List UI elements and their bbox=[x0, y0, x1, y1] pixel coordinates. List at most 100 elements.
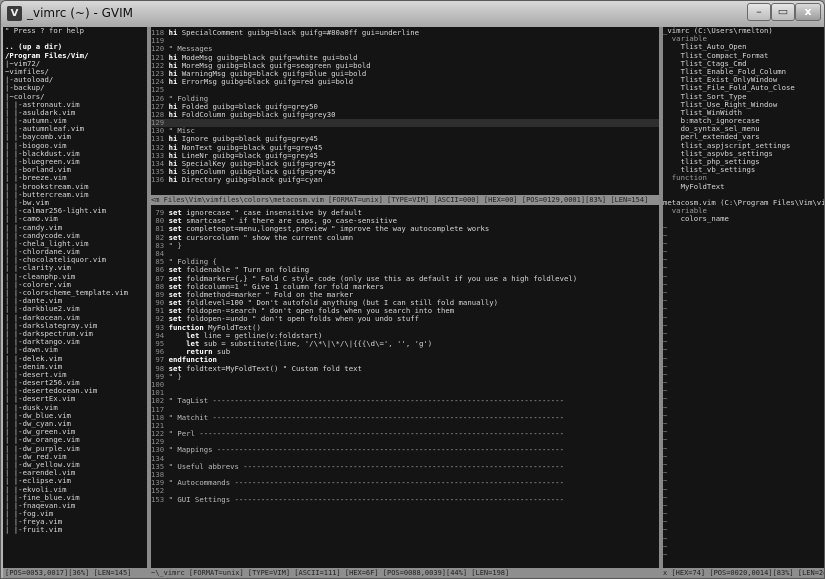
file-tree-line: | |-candycode.vim bbox=[5, 231, 80, 240]
file-tree-line: | |-chlordane.vim bbox=[5, 248, 80, 257]
title-bar[interactable]: V _vimrc (~) - GVIM – ▭ x bbox=[1, 1, 824, 27]
taglist-pane[interactable]: _vimrc (C:\Users\rmelton) variable Tlist… bbox=[663, 27, 824, 557]
code-line: 96 return sub bbox=[151, 348, 659, 356]
file-tree-line: | |-dw_orange.vim bbox=[5, 436, 80, 445]
taglist-line: tlist_aspjscript_settings bbox=[663, 141, 791, 150]
maximize-button[interactable]: ▭ bbox=[771, 3, 795, 21]
file-tree-line: | |-baycomb.vim bbox=[5, 133, 71, 142]
file-tree-line: | |-colorscheme_template.vim bbox=[5, 289, 129, 297]
keyword: hi bbox=[168, 61, 178, 70]
code-text: set completeopt=menu,longest,preview " i… bbox=[168, 225, 490, 234]
empty-line-tilde: ~ bbox=[663, 248, 668, 257]
line-number: 125 bbox=[151, 86, 169, 95]
code-line: 128 hi FoldColumn guibg=black guifg=grey… bbox=[151, 111, 659, 119]
empty-line-tilde: ~ bbox=[663, 534, 668, 543]
empty-line-tilde: ~ bbox=[663, 428, 668, 437]
line-number: 131 bbox=[151, 135, 169, 144]
code-text: set foldenable " Turn on folding bbox=[168, 266, 310, 275]
close-button[interactable]: x bbox=[795, 3, 821, 21]
taglist-line: Tlist_Auto_Open bbox=[663, 43, 747, 52]
code-line: 83 " } bbox=[151, 242, 659, 250]
empty-line-tilde: ~ bbox=[663, 510, 668, 519]
code-line: 132 hi NonText guibg=black guifg=grey45 bbox=[151, 144, 659, 152]
line-number: 134 bbox=[151, 454, 169, 463]
file-tree-line: | |-dw_red.vim bbox=[5, 452, 67, 461]
file-tree-line: | |-colorer.vim bbox=[5, 280, 71, 289]
line-number: 121 bbox=[151, 421, 169, 430]
file-tree-line: /Program Files/Vim/ bbox=[5, 51, 89, 60]
taglist-line: variable bbox=[663, 35, 707, 44]
nerdtree-file-browser[interactable]: " Press ? for help .. (up a dir)/Program … bbox=[5, 27, 147, 557]
line-number: 98 bbox=[151, 364, 169, 373]
code-text: set foldtext=MyFoldText() " Custom fold … bbox=[168, 364, 362, 373]
file-tree-line: | |-dw_cyan.vim bbox=[5, 420, 71, 428]
file-tree-line: | |-fog.vim bbox=[5, 510, 54, 519]
line-number: 122 bbox=[151, 61, 169, 70]
empty-line-tilde: ~ bbox=[663, 313, 668, 322]
code-text: hi NonText guibg=black guifg=grey45 bbox=[168, 143, 323, 152]
keyword: hi bbox=[168, 110, 178, 119]
line-number: 127 bbox=[151, 102, 169, 111]
code-text: set foldopen-=search " don't open folds … bbox=[168, 307, 455, 316]
code-text: hi FoldColumn guibg=black guifg=grey30 bbox=[168, 110, 336, 119]
line-number: 80 bbox=[151, 217, 169, 226]
code-line: 152 bbox=[151, 487, 659, 495]
empty-line-tilde: ~ bbox=[663, 526, 668, 535]
keyword: set bbox=[168, 299, 182, 308]
code-text: " Messages bbox=[168, 45, 213, 54]
line-number: 92 bbox=[151, 315, 169, 324]
code-text: let sub = substitute(line, '/\*\|\*/\|{{… bbox=[186, 340, 433, 348]
empty-line-tilde: ~ bbox=[663, 346, 668, 355]
taglist-line: Tlist_Exist_OnlyWindow bbox=[663, 76, 778, 85]
line-number bbox=[151, 545, 169, 553]
metacosm-buffer[interactable]: 118 hi SpecialComment guibg=black guifg=… bbox=[151, 29, 659, 193]
code-text: " } bbox=[168, 241, 182, 250]
code-line: 131 hi Ignore guibg=black guifg=grey45 bbox=[151, 135, 659, 143]
empty-line-tilde: ~ bbox=[663, 387, 668, 396]
file-tree-line: | |-dw_purple.vim bbox=[5, 444, 80, 453]
code-text: " Useful abbrevs -----------------------… bbox=[168, 462, 564, 471]
file-tree-line: | |-earendel.vim bbox=[5, 469, 76, 478]
empty-line-tilde: ~ bbox=[663, 264, 668, 273]
code-text: " GUI Settings -------------------------… bbox=[168, 495, 564, 504]
file-tree-line: |~colors/ bbox=[5, 92, 45, 101]
line-number: 134 bbox=[151, 160, 169, 168]
code-line: 126 " Folding bbox=[151, 95, 659, 103]
code-line: 136 hi Directory guibg=black guifg=cyan bbox=[151, 176, 659, 184]
code-text: " Mappings -----------------------------… bbox=[168, 446, 564, 455]
code-text: hi Folded guibg=black guifg=grey50 bbox=[168, 102, 318, 111]
code-line: 120 " Messages bbox=[151, 45, 659, 53]
taglist-line: do_syntax_sel_menu bbox=[663, 125, 760, 134]
code-line bbox=[151, 545, 659, 553]
file-tree-line: | |-clarity.vim bbox=[5, 264, 71, 273]
line-number: 100 bbox=[151, 380, 169, 389]
empty-line-tilde: ~ bbox=[663, 272, 668, 281]
taglist-line: Tlist_Sort_Type bbox=[663, 92, 747, 101]
file-tree-line: | |-darktango.vim bbox=[5, 338, 80, 347]
line-number: 152 bbox=[151, 487, 169, 496]
code-line: 79 set ignorecase " case insensitive by … bbox=[151, 209, 659, 217]
code-line: 92 set foldopen-=undo " don't open folds… bbox=[151, 315, 659, 323]
line-number: 122 bbox=[151, 430, 169, 439]
code-text: let line = getline(v:foldstart) bbox=[186, 331, 323, 340]
keyword: return bbox=[186, 348, 213, 357]
code-text: set cursorcolumn " show the current colu… bbox=[168, 233, 354, 242]
taglist-line: tlist_aspvbs_settings bbox=[663, 149, 773, 158]
line-number: 88 bbox=[151, 282, 169, 291]
line-number: 118 bbox=[151, 29, 169, 37]
code-text: hi ModeMsg guibg=black guifg=white gui=b… bbox=[168, 53, 358, 62]
taglist-line: Tlist_File_Fold_Auto_Close bbox=[663, 84, 795, 93]
vimrc-buffer[interactable]: 79 set ignorecase " case insensitive by … bbox=[151, 209, 659, 557]
empty-line-tilde: ~ bbox=[663, 469, 668, 478]
line-number: 83 bbox=[151, 241, 169, 250]
minimize-button[interactable]: – bbox=[747, 3, 771, 21]
empty-line-tilde: ~ bbox=[663, 362, 668, 371]
code-line: 119 bbox=[151, 37, 659, 45]
line-number: 117 bbox=[151, 405, 169, 414]
file-tree-line: | |-breeze.vim bbox=[5, 174, 67, 183]
line-number: 101 bbox=[151, 389, 169, 398]
empty-line-tilde: ~ bbox=[663, 411, 668, 420]
keyword: set bbox=[168, 307, 182, 316]
keyword: hi bbox=[168, 53, 178, 62]
file-tree-line: | |-cleanphp.vim bbox=[5, 272, 76, 281]
